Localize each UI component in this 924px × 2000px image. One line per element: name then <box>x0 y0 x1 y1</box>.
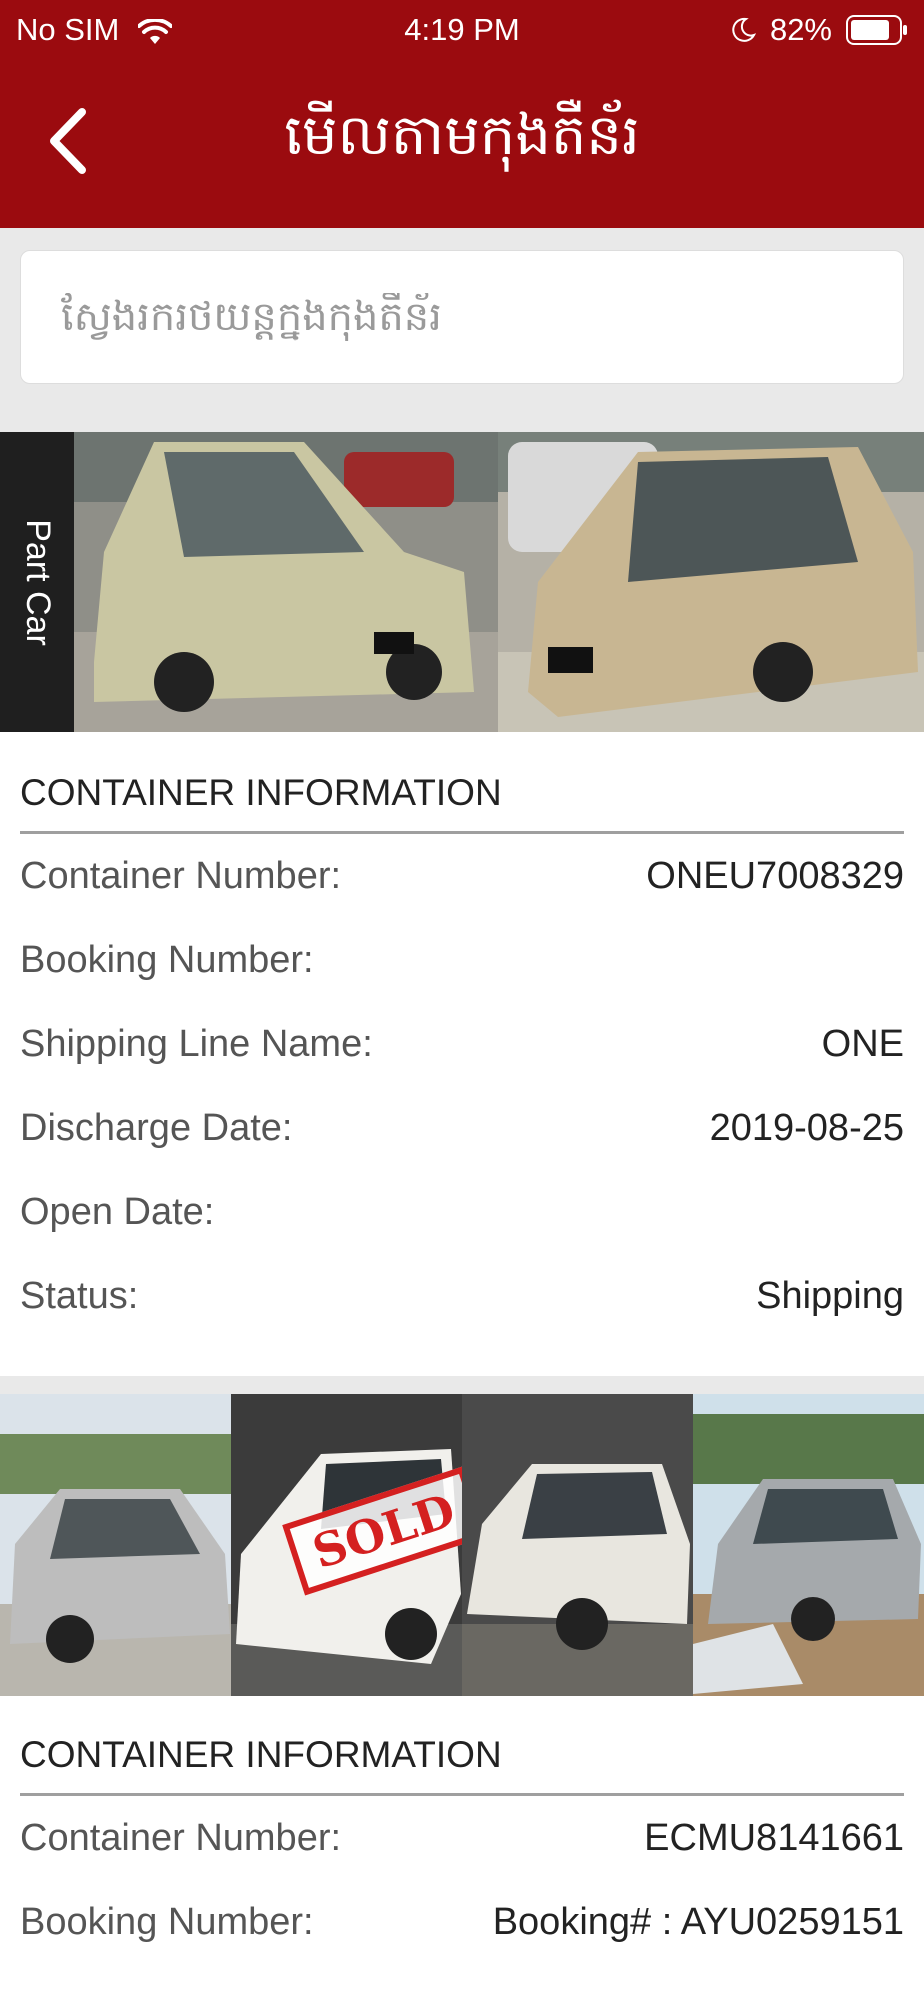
car-photo[interactable]: SOLD <box>231 1394 462 1696</box>
car-image <box>74 432 498 732</box>
search-area <box>0 228 924 414</box>
section-title: CONTAINER INFORMATION <box>20 752 904 834</box>
field-value: Booking# : AYU0259151 <box>492 1900 904 1943</box>
car-photos[interactable]: Part Car <box>0 432 924 732</box>
status-bar: No SIM 4:19 PM 82% <box>0 0 924 60</box>
car-photo[interactable] <box>498 432 924 732</box>
car-photo[interactable] <box>462 1394 693 1696</box>
search-input[interactable] <box>59 293 883 341</box>
container-card[interactable]: Part Car CONTAINER INFORMATION Container… <box>0 432 924 1376</box>
field-label: Shipping Line Name: <box>20 1022 373 1065</box>
field-label: Discharge Date: <box>20 1106 293 1149</box>
field-label: Open Date: <box>20 1190 215 1233</box>
car-image <box>693 1394 924 1696</box>
info-row-booking-number: Booking Number: Booking# : AYU0259151 <box>20 1880 904 1964</box>
section-title: CONTAINER INFORMATION <box>20 1714 904 1796</box>
battery-icon <box>846 15 907 45</box>
nav-bar: មើលតាមកុងតឺន័រ <box>0 70 924 220</box>
card-divider <box>0 1376 924 1394</box>
info-row-status: Status: Shipping <box>20 1254 904 1338</box>
status-right: 82% <box>730 12 908 48</box>
container-info: CONTAINER INFORMATION Container Number: … <box>20 1714 904 1964</box>
field-value: ONEU7008329 <box>646 854 904 897</box>
container-info: CONTAINER INFORMATION Container Number: … <box>20 752 904 1338</box>
field-value: ECMU8141661 <box>644 1816 904 1859</box>
info-row-discharge-date: Discharge Date: 2019-08-25 <box>20 1086 904 1170</box>
field-value: ONE <box>821 1022 904 1065</box>
page-title: មើលតាមកុងតឺន័រ <box>284 103 640 168</box>
part-car-tag: Part Car <box>0 432 74 732</box>
info-row-container-number: Container Number: ONEU7008329 <box>20 834 904 918</box>
header: No SIM 4:19 PM 82% មើលតាមកុងតឺន័រ <box>0 0 924 228</box>
car-photo[interactable] <box>693 1394 924 1696</box>
container-card[interactable]: SOLD CONTAINER INFORMATION Container Num… <box>0 1394 924 2000</box>
field-label: Container Number: <box>20 854 342 897</box>
car-photo[interactable] <box>0 1394 231 1696</box>
battery-percent: 82% <box>769 12 832 47</box>
car-photos[interactable]: SOLD <box>0 1394 924 1696</box>
search-box[interactable] <box>20 250 904 384</box>
field-label: Booking Number: <box>20 938 314 981</box>
info-row-open-date: Open Date: <box>20 1170 904 1254</box>
moon-icon <box>732 17 756 42</box>
field-value: Shipping <box>756 1274 904 1317</box>
info-row-container-number: Container Number: ECMU8141661 <box>20 1796 904 1880</box>
field-label: Container Number: <box>20 1816 342 1859</box>
car-image <box>462 1394 693 1696</box>
info-row-booking-number: Booking Number: <box>20 918 904 1002</box>
field-label: Status: <box>20 1274 139 1317</box>
info-row-shipping-line: Shipping Line Name: ONE <box>20 1002 904 1086</box>
field-label: Booking Number: <box>20 1900 314 1943</box>
car-image <box>0 1394 231 1696</box>
field-value: 2019-08-25 <box>709 1106 904 1149</box>
car-image <box>498 432 924 732</box>
part-car-label: Part Car <box>18 518 57 646</box>
car-photo[interactable] <box>74 432 498 732</box>
